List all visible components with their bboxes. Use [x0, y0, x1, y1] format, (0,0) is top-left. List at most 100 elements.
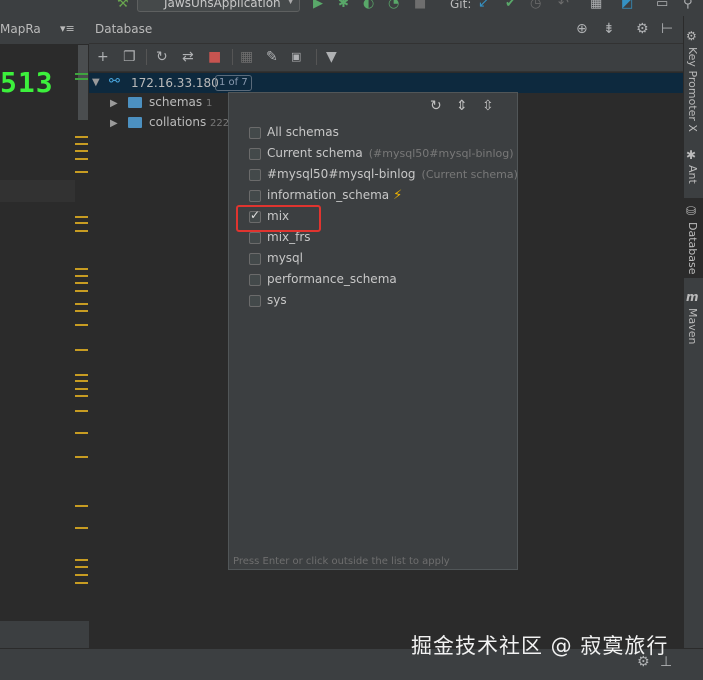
- scroll-marker: [75, 230, 88, 232]
- schema-checkbox[interactable]: [249, 127, 261, 139]
- schema-checkbox[interactable]: [249, 295, 261, 307]
- toolbar-separator: [316, 49, 317, 65]
- schema-checkbox[interactable]: [249, 148, 261, 160]
- database-panel-header: [89, 16, 683, 44]
- collapse-all-icon[interactable]: ⇟: [603, 20, 615, 38]
- edit-icon[interactable]: ✎: [266, 48, 278, 66]
- git-rollback-icon[interactable]: ↶: [558, 0, 569, 11]
- stop-icon[interactable]: ■: [414, 0, 426, 11]
- filter-icon[interactable]: ▼: [326, 48, 337, 66]
- git-history-icon[interactable]: ◷: [530, 0, 541, 11]
- ant-icon: ✱: [686, 148, 697, 162]
- popup-footer-hint: Press Enter or click outside the list to…: [233, 556, 450, 567]
- side-tab-ant[interactable]: Ant: [686, 165, 699, 184]
- chevron-right-icon[interactable]: ▶: [110, 118, 118, 129]
- database-toolbar: [89, 44, 683, 72]
- maven-icon: m: [686, 290, 699, 304]
- debug-icon[interactable]: ✱: [338, 0, 349, 11]
- scroll-marker: [75, 582, 88, 584]
- table-view-icon[interactable]: ▦: [240, 48, 253, 66]
- database-icon: ⛁: [686, 204, 697, 218]
- scroll-marker: [75, 150, 88, 152]
- presentation-icon[interactable]: ▭: [656, 0, 668, 11]
- profile-icon[interactable]: ◔: [388, 0, 399, 11]
- scroll-marker: [75, 432, 88, 434]
- git-label: Git:: [450, 0, 472, 11]
- scroll-marker: [75, 143, 88, 145]
- scroll-marker: [75, 410, 88, 412]
- scroll-marker: [75, 290, 88, 292]
- git-commit-icon[interactable]: ✔: [505, 0, 516, 11]
- tab-list-menu-icon[interactable]: ▾≡: [60, 22, 75, 35]
- console-icon[interactable]: ▣: [291, 48, 301, 66]
- run-toolbar: ⚒ JawsUnsApplication ▼ ▶ ✱ ◐ ◔ ■ Git: ↙ …: [0, 0, 703, 14]
- scroll-marker: [75, 574, 88, 576]
- tree-item-schemas[interactable]: schemas: [149, 95, 202, 109]
- chevron-right-icon[interactable]: ▶: [110, 98, 118, 109]
- schema-option-label: information_schema ⚡: [267, 188, 403, 203]
- scroll-marker: [75, 216, 88, 218]
- toolbar-separator: [146, 49, 147, 65]
- tree-item-collations[interactable]: collations: [149, 115, 206, 129]
- side-tab-database[interactable]: Database: [686, 222, 699, 275]
- datasource-label: 172.16.33.180: [131, 76, 219, 90]
- schema-selection-popup: [228, 92, 518, 570]
- run-configuration-select[interactable]: JawsUnsApplication ▼: [137, 0, 300, 12]
- scroll-marker: [75, 275, 88, 277]
- refresh-icon[interactable]: ↻: [430, 97, 442, 115]
- expand-all-icon[interactable]: ⇕: [456, 97, 468, 115]
- scroll-marker: [75, 388, 88, 390]
- editor-tab[interactable]: MapRa: [0, 22, 41, 36]
- run-configuration-label: JawsUnsApplication: [164, 0, 281, 10]
- collapse-all-icon[interactable]: ⇳: [482, 97, 494, 115]
- hide-panel-icon[interactable]: ⊢: [661, 20, 673, 38]
- scroll-marker: [75, 324, 88, 326]
- gear-icon[interactable]: ⚙: [636, 20, 649, 38]
- schema-count-badge[interactable]: 1 of 7: [215, 75, 252, 91]
- editor-scrollbar-thumb[interactable]: [78, 45, 88, 120]
- project-structure-icon[interactable]: ▦: [590, 0, 602, 11]
- schema-option-label: sys: [267, 293, 287, 307]
- watermark-text: 掘金技术社区 @ 寂寞旅行: [411, 634, 669, 658]
- search-icon[interactable]: ⚲: [683, 0, 693, 11]
- schema-checkbox[interactable]: [249, 190, 261, 202]
- schema-checkbox[interactable]: [249, 169, 261, 181]
- coverage-icon[interactable]: ◐: [363, 0, 374, 11]
- scroll-marker: [75, 73, 88, 75]
- annotation-highlight-box: [236, 205, 321, 232]
- refresh-icon[interactable]: ↻: [156, 48, 168, 66]
- schema-option-label: mix_frs: [267, 230, 311, 244]
- schema-option-hint: (#mysql50#mysql-binlog): [368, 147, 514, 160]
- scroll-from-source-icon[interactable]: ⊕: [576, 20, 588, 38]
- copy-icon[interactable]: ❐: [123, 48, 136, 66]
- schema-checkbox[interactable]: [249, 274, 261, 286]
- stop-icon[interactable]: ■: [208, 48, 221, 66]
- schema-option-hint: (Current schema): [421, 168, 518, 181]
- schema-option-label: mysql: [267, 251, 303, 265]
- scroll-marker: [75, 310, 88, 312]
- scroll-marker: [75, 395, 88, 397]
- scroll-marker: [75, 78, 88, 80]
- scroll-marker: [75, 268, 88, 270]
- scroll-marker: [75, 505, 88, 507]
- schema-option-label: #mysql50#mysql-binlog (Current schema): [267, 167, 518, 181]
- build-hammer-icon[interactable]: ⚒: [117, 0, 129, 11]
- schema-checkbox[interactable]: [249, 253, 261, 265]
- synchronize-icon[interactable]: ⇄: [182, 48, 194, 66]
- tree-item-count: 1: [206, 98, 213, 109]
- scroll-marker: [75, 380, 88, 382]
- chevron-down-icon[interactable]: ▼: [92, 77, 100, 88]
- scroll-marker: [75, 527, 88, 529]
- translate-icon[interactable]: ◩: [621, 0, 633, 11]
- code-editor[interactable]: [0, 45, 89, 620]
- git-update-icon[interactable]: ↙: [478, 0, 489, 11]
- scroll-marker: [75, 303, 88, 305]
- scroll-marker: [75, 559, 88, 561]
- scroll-marker: [75, 456, 88, 458]
- run-icon[interactable]: ▶: [313, 0, 323, 11]
- add-icon[interactable]: +: [97, 48, 109, 66]
- scroll-marker: [75, 158, 88, 160]
- side-tab-maven[interactable]: Maven: [686, 308, 699, 344]
- side-tab-key-promoter[interactable]: Key Promoter X: [686, 47, 699, 132]
- schema-checkbox[interactable]: [249, 232, 261, 244]
